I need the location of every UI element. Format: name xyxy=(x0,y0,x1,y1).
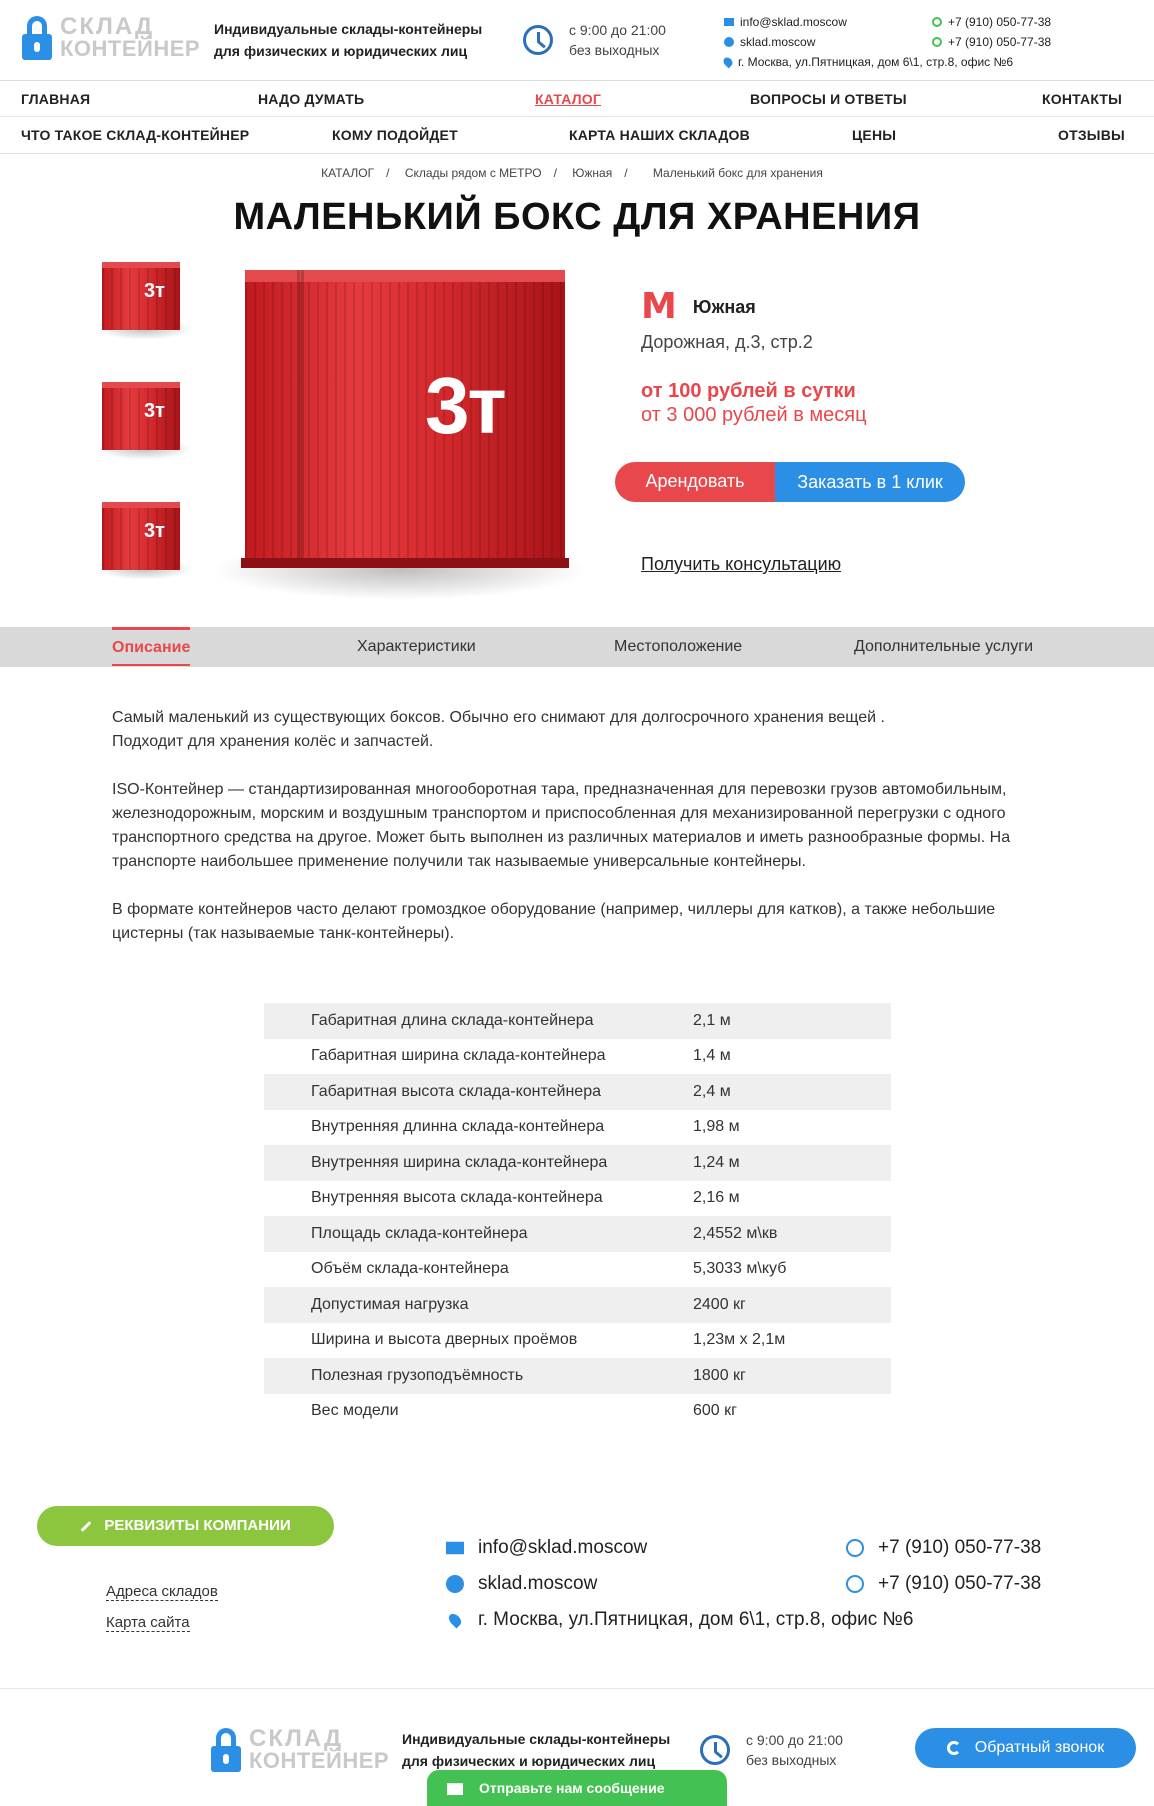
company-requisites-button[interactable]: РЕКВИЗИТЫ КОМПАНИИ xyxy=(37,1506,334,1546)
table-row: Объём склада-контейнера 5,3033 м\куб xyxy=(311,1260,787,1278)
metro-name: Южная xyxy=(692,296,756,317)
breadcrumb-item[interactable]: Склады рядом с МЕТРО xyxy=(405,166,542,180)
price-per-day: от 100 рублей в сутки xyxy=(641,380,856,402)
location-pin-icon xyxy=(721,55,735,69)
nav-item-what-is[interactable]: ЧТО ТАКОЕ СКЛАД-КОНТЕЙНЕР xyxy=(21,117,249,153)
table-row: Внутренняя ширина склада-контейнера 1,24 … xyxy=(264,1145,891,1181)
product-address: Дорожная, д.3, стр.2 xyxy=(641,332,813,352)
mail-icon xyxy=(724,18,734,26)
envelope-icon xyxy=(447,1783,463,1796)
footer-skype-link[interactable]: sklad.moscow xyxy=(478,1566,597,1602)
table-row: Внутренняя длинна склада-контейнера 1,98 … xyxy=(311,1118,740,1136)
footer-address: г. Москва, ул.Пятницкая, дом 6\1, стр.8,… xyxy=(478,1609,914,1630)
pencil-icon xyxy=(81,1520,92,1532)
footer-contacts: info@sklad.moscow sklad.moscow г. Москва… xyxy=(446,1530,914,1638)
product-tabs: Описание Характеристики Местоположение Д… xyxy=(0,627,1154,667)
footer-working-hours: с 9:00 до 21:00 без выходных xyxy=(700,1730,843,1770)
breadcrumb-item[interactable]: Южная xyxy=(572,166,612,180)
whatsapp-icon xyxy=(846,1539,864,1557)
footer-phones: +7 (910) 050-77-38 +7 (910) 050-77-38 xyxy=(846,1530,1041,1602)
skype-icon xyxy=(724,37,734,47)
tab-location[interactable]: Местоположение xyxy=(614,627,742,667)
warehouse-addresses-link[interactable]: Адреса складов xyxy=(106,1583,218,1601)
clock-icon xyxy=(700,1735,730,1765)
main-nav: ГЛАВНАЯ НАДО ДУМАТЬ КАТАЛОГ ВОПРОСЫ И ОТ… xyxy=(0,80,1154,154)
breadcrumb-item[interactable]: КАТАЛОГ xyxy=(321,166,374,180)
action-buttons: Арендовать Заказать в 1 клик xyxy=(615,462,965,502)
logo[interactable]: СКЛАД КОНТЕЙНЕР xyxy=(22,13,201,61)
whatsapp-icon xyxy=(932,37,942,47)
main-product-image[interactable]: 3т xyxy=(241,270,569,568)
phone-icon xyxy=(946,1740,961,1755)
price-per-month: от 3 000 рублей в месяц xyxy=(641,404,867,426)
tagline: Индивидуальные склады-контейнеры для физ… xyxy=(214,21,483,59)
nav-item-who-fits[interactable]: КОМУ ПОДОЙДЕТ xyxy=(332,117,458,153)
description-paragraph: ISO-Контейнер — стандартизированная мног… xyxy=(112,781,1011,870)
description: Самый маленький из существующих боксов. … xyxy=(112,706,1052,970)
site-header: СКЛАД КОНТЕЙНЕР Индивидуальные склады-ко… xyxy=(0,0,1154,80)
table-row: Габаритная длина склада-контейнера 2,1 м xyxy=(264,1003,891,1039)
thumbnail-1[interactable]: 3т xyxy=(102,262,180,330)
header-skype-link[interactable]: sklad.moscow xyxy=(740,32,815,52)
lock-icon xyxy=(211,1728,241,1772)
footer-logo[interactable]: СКЛАД КОНТЕЙНЕР xyxy=(211,1727,389,1772)
consultation-link[interactable]: Получить консультацию xyxy=(641,554,841,575)
description-line: Подходит для хранения колёс и запчастей. xyxy=(112,733,434,750)
description-line: Самый маленький из существующих боксов. … xyxy=(112,709,885,726)
table-row: Внутренняя высота склада-контейнера 2,16 … xyxy=(311,1189,740,1207)
header-phones: +7 (910) 050-77-38 +7 (910) 050-77-38 xyxy=(932,12,1051,52)
tab-specs[interactable]: Характеристики xyxy=(357,627,476,667)
table-row: Площадь склада-контейнера 2,4552 м\кв xyxy=(264,1216,891,1252)
header-address: г. Москва, ул.Пятницкая, дом 6\1, стр.8,… xyxy=(738,55,1014,69)
lock-icon xyxy=(22,16,52,60)
thumbnail-3[interactable]: 3т xyxy=(102,502,180,570)
table-row: Допустимая нагрузка 2400 кг xyxy=(264,1287,891,1323)
nav-item-map[interactable]: КАРТА НАШИХ СКЛАДОВ xyxy=(569,117,750,153)
header-phone-1[interactable]: +7 (910) 050-77-38 xyxy=(948,12,1051,32)
clock-icon xyxy=(523,25,553,55)
nav-item-think[interactable]: НАДО ДУМАТЬ xyxy=(258,81,364,117)
send-message-widget[interactable]: Отправьте нам сообщение xyxy=(427,1770,727,1806)
metro-icon: М xyxy=(641,286,677,327)
logo-line1: СКЛАД xyxy=(60,13,155,40)
footer-phone-1[interactable]: +7 (910) 050-77-38 xyxy=(878,1530,1041,1566)
table-row: Вес модели 600 кг xyxy=(311,1402,737,1420)
description-paragraph: В формате контейнеров часто делают громо… xyxy=(112,901,996,942)
footer-links: Адреса складов Карта сайта xyxy=(106,1576,218,1638)
header-phone-2[interactable]: +7 (910) 050-77-38 xyxy=(948,32,1051,52)
table-row: Габаритная ширина склада-контейнера 1,4 м xyxy=(311,1047,731,1065)
nav-item-home[interactable]: ГЛАВНАЯ xyxy=(21,81,90,117)
working-hours: с 9:00 до 21:00 без выходных xyxy=(523,20,666,60)
logo-line2: КОНТЕЙНЕР xyxy=(60,36,201,61)
whatsapp-icon xyxy=(846,1575,864,1593)
footer-phone-2[interactable]: +7 (910) 050-77-38 xyxy=(878,1566,1041,1602)
callback-button[interactable]: Обратный звонок xyxy=(915,1728,1136,1768)
sitemap-link[interactable]: Карта сайта xyxy=(106,1614,190,1632)
header-email-link[interactable]: info@sklad.moscow xyxy=(740,12,847,32)
nav-item-faq[interactable]: ВОПРОСЫ И ОТВЕТЫ xyxy=(750,81,907,117)
table-row: Габаритная высота склада-контейнера 2,4 м xyxy=(264,1074,891,1110)
nav-item-reviews[interactable]: ОТЗЫВЫ xyxy=(1058,117,1125,153)
nav-item-catalog[interactable]: КАТАЛОГ xyxy=(535,81,601,117)
whatsapp-icon xyxy=(932,17,942,27)
skype-icon xyxy=(446,1575,464,1593)
location-pin-icon xyxy=(446,1611,464,1629)
footer-tagline: Индивидуальные склады-контейнеры для физ… xyxy=(402,1731,671,1769)
breadcrumb: КАТАЛОГ / Склады рядом с МЕТРО / Южная / Ма… xyxy=(321,166,823,180)
specs-table: Габаритная длина склада-контейнера 2,1 м … xyxy=(264,1003,891,1429)
metro-station: М Южная xyxy=(641,286,756,327)
mail-icon xyxy=(446,1541,464,1555)
table-row: Ширина и высота дверных проёмов 1,23м х 2… xyxy=(311,1331,786,1349)
footer-email-link[interactable]: info@sklad.moscow xyxy=(478,1530,647,1566)
table-row: Полезная грузоподъёмность 1800 кг xyxy=(264,1358,891,1394)
page-title: МАЛЕНЬКИЙ БОКС ДЛЯ ХРАНЕНИЯ xyxy=(233,196,921,238)
thumbnail-2[interactable]: 3т xyxy=(102,382,180,450)
tab-description[interactable]: Описание xyxy=(112,627,191,666)
rent-button[interactable]: Арендовать xyxy=(615,462,775,502)
nav-item-contacts[interactable]: КОНТАКТЫ xyxy=(1042,81,1122,117)
breadcrumb-current: Маленький бокс для хранения xyxy=(652,166,823,180)
tab-extra-services[interactable]: Дополнительные услуги xyxy=(854,627,1033,667)
order-one-click-button[interactable]: Заказать в 1 клик xyxy=(775,462,965,502)
nav-item-prices[interactable]: ЦЕНЫ xyxy=(852,117,896,153)
